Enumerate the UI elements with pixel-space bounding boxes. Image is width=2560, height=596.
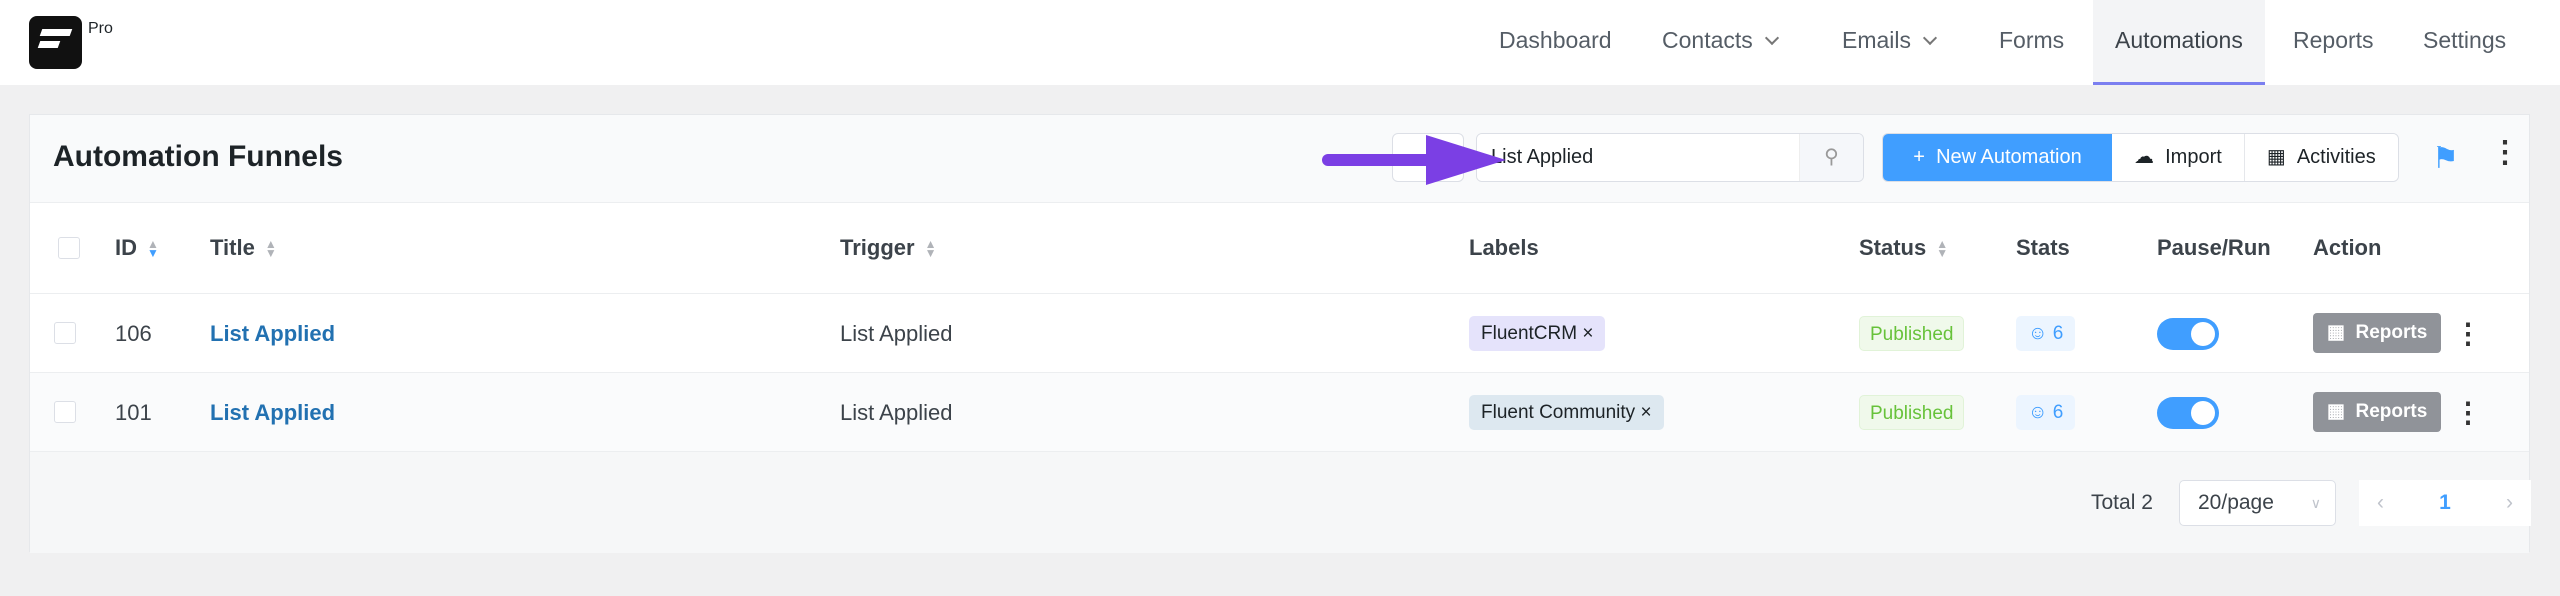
prev-page-icon[interactable]: ‹: [2377, 491, 2384, 515]
more-options-icon[interactable]: ⋮: [2490, 135, 2520, 170]
page-size-select[interactable]: 20/page ∨: [2179, 480, 2336, 526]
reports-button[interactable]: ▦ Reports: [2313, 392, 2442, 432]
select-all-checkbox[interactable]: [58, 237, 80, 259]
row-trigger: List Applied: [840, 400, 953, 425]
close-icon[interactable]: ×: [1640, 402, 1651, 423]
page-title: Automation Funnels: [53, 140, 343, 173]
column-id-label: ID: [115, 235, 137, 260]
sort-icon: ▲ ▼: [1936, 237, 1949, 261]
pro-badge: Pro: [88, 20, 113, 37]
column-stats: Stats: [2016, 235, 2070, 260]
nav-emails[interactable]: Emails: [1842, 0, 1938, 85]
total-count: Total 2: [2091, 491, 2153, 514]
row-id: 101: [115, 400, 152, 425]
nav-contacts[interactable]: Contacts: [1662, 0, 1779, 85]
nav-reports[interactable]: Reports: [2293, 0, 2374, 85]
graduation-cap-icon[interactable]: ⚑: [2432, 141, 2459, 176]
row-title-link[interactable]: List Applied: [210, 294, 335, 373]
label-tag: Fluent Community ×: [1469, 395, 1664, 430]
chevron-down-icon: [1764, 30, 1779, 46]
toolbar-button-group: + New Automation ☁ Import ▦ Activities: [1882, 133, 2399, 182]
stats-badge[interactable]: ☺ 6: [2016, 316, 2076, 351]
stats-count: 6: [2052, 323, 2064, 344]
row-id: 106: [115, 321, 152, 346]
row-more-icon[interactable]: ⋮: [2454, 294, 2482, 373]
row-trigger: List Applied: [840, 321, 953, 346]
plus-icon: +: [1913, 146, 1937, 168]
page-1-button[interactable]: 1: [2439, 491, 2451, 515]
column-labels: Labels: [1469, 235, 1539, 260]
pagination: ‹ 1 ›: [2359, 480, 2531, 526]
status-badge: Published: [1859, 395, 1965, 430]
import-button[interactable]: ☁ Import: [2112, 134, 2244, 181]
nav-emails-label: Emails: [1842, 27, 1912, 53]
chevron-down-icon: [1922, 30, 1938, 46]
annotation-arrow-icon: [1322, 135, 1506, 185]
row-more-icon[interactable]: ⋮: [2454, 373, 2482, 452]
top-nav: Pro Dashboard Contacts Emails Forms Auto…: [0, 0, 2560, 85]
reports-label: Reports: [2355, 322, 2428, 343]
import-label: Import: [2165, 146, 2222, 168]
fluentcrm-logo[interactable]: [29, 16, 82, 69]
new-automation-button[interactable]: + New Automation: [1883, 134, 2112, 181]
label-text: Fluent Community: [1481, 402, 1636, 423]
status-badge: Published: [1859, 316, 1965, 351]
column-trigger-label: Trigger: [840, 235, 915, 260]
nav-automations[interactable]: Automations: [2093, 0, 2265, 85]
nav-forms[interactable]: Forms: [1999, 0, 2064, 85]
label-tag: FluentCRM ×: [1469, 316, 1606, 351]
search-icon[interactable]: ⚲: [1799, 134, 1863, 181]
search-field[interactable]: ⚲: [1476, 133, 1864, 182]
table-footer: Total 2 20/page ∨ ‹ 1 ›: [30, 451, 2531, 553]
automation-funnels-card: Automation Funnels ⚲ + New Automation ☁ …: [29, 114, 2531, 553]
column-title-label: Title: [210, 235, 255, 260]
sort-icon: ▲ ▼: [147, 237, 159, 261]
stats-count: 6: [2052, 402, 2064, 423]
nav-settings[interactable]: Settings: [2423, 0, 2506, 85]
label-text: FluentCRM: [1481, 323, 1578, 344]
stats-badge[interactable]: ☺ 6: [2016, 395, 2076, 430]
search-input[interactable]: [1477, 134, 1797, 181]
nav-contacts-label: Contacts: [1662, 27, 1753, 53]
sort-icon: ▲ ▼: [264, 237, 277, 261]
next-page-icon[interactable]: ›: [2506, 491, 2513, 515]
table-row: 101 List Applied List Applied Fluent Com…: [30, 372, 2529, 451]
presentation-icon: ▦: [2266, 146, 2297, 168]
column-title[interactable]: Title ▲ ▼: [210, 203, 277, 293]
sort-icon: ▲ ▼: [924, 237, 937, 261]
row-checkbox[interactable]: [54, 401, 76, 423]
pause-run-toggle[interactable]: [2157, 397, 2219, 429]
row-title-link[interactable]: List Applied: [210, 373, 335, 452]
reports-button[interactable]: ▦ Reports: [2313, 313, 2442, 353]
activities-button[interactable]: ▦ Activities: [2243, 134, 2398, 181]
card-header: Automation Funnels ⚲ + New Automation ☁ …: [30, 115, 2529, 203]
column-status[interactable]: Status ▲ ▼: [1859, 203, 1948, 293]
row-checkbox[interactable]: [54, 322, 76, 344]
chevron-down-icon: ∨: [2310, 495, 2321, 511]
reports-label: Reports: [2355, 401, 2428, 422]
column-trigger[interactable]: Trigger ▲ ▼: [840, 203, 936, 293]
column-action: Action: [2313, 235, 2382, 260]
cloud-upload-icon: ☁: [2134, 146, 2166, 168]
pause-run-toggle[interactable]: [2157, 318, 2219, 350]
column-status-label: Status: [1859, 235, 1927, 260]
presentation-icon: ▦: [2327, 322, 2356, 343]
presentation-icon: ▦: [2327, 401, 2356, 422]
page-size-value: 20/page: [2198, 491, 2274, 514]
column-id[interactable]: ID ▲ ▼: [115, 203, 159, 293]
nav-dashboard[interactable]: Dashboard: [1499, 0, 1612, 85]
close-icon[interactable]: ×: [1582, 323, 1593, 344]
table-row: 106 List Applied List Applied FluentCRM …: [30, 293, 2529, 372]
new-automation-label: New Automation: [1936, 146, 2082, 168]
activities-label: Activities: [2296, 146, 2376, 168]
column-pause-run: Pause/Run: [2157, 235, 2271, 260]
user-icon: ☺: [2028, 323, 2053, 344]
user-icon: ☺: [2028, 402, 2053, 423]
